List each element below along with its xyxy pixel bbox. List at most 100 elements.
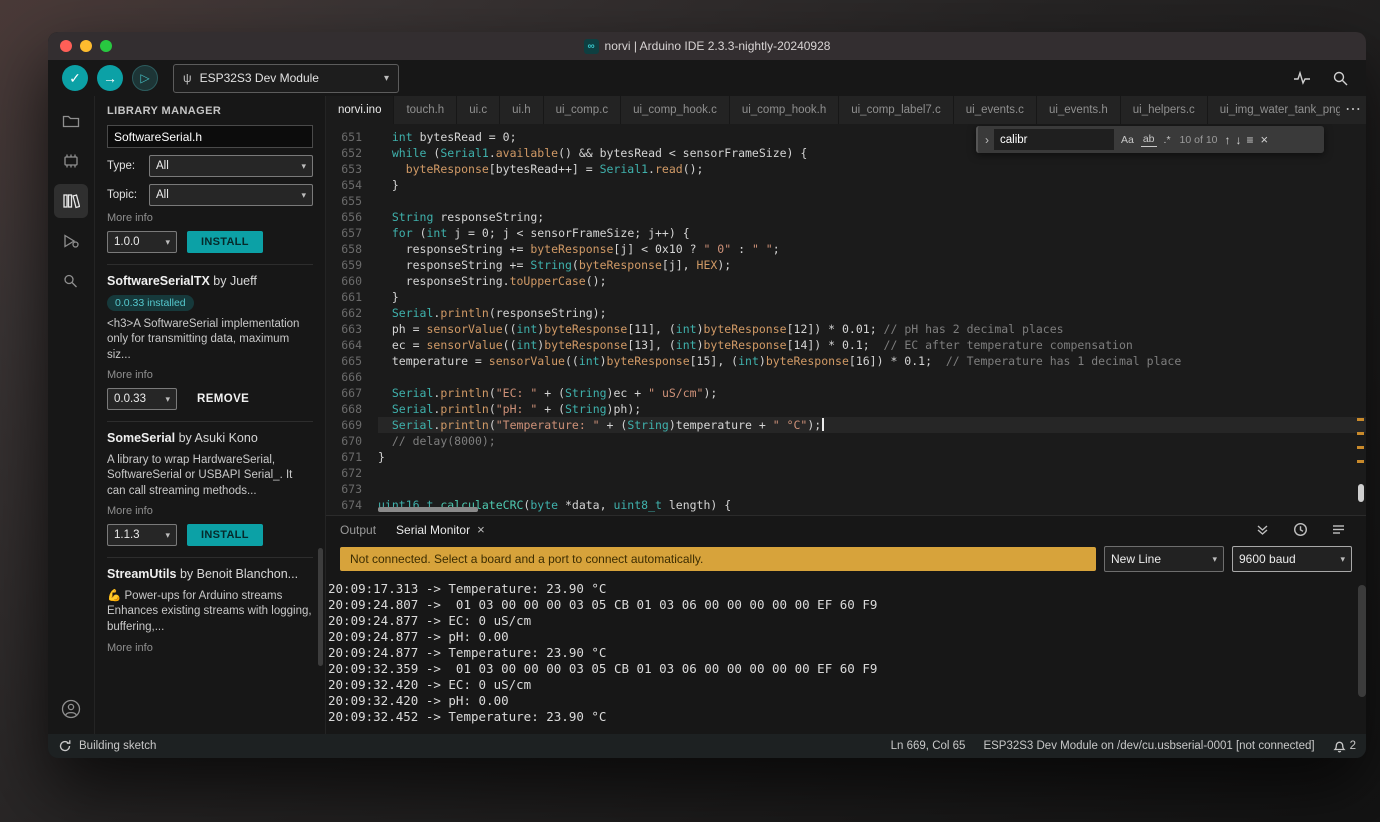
find-previous-button[interactable]: ↑	[1225, 133, 1231, 147]
code-line-667[interactable]: Serial.println("EC: " + (String)ec + " u…	[378, 385, 1366, 401]
tab-output[interactable]: Output	[340, 523, 376, 537]
toggle-timestamp-button[interactable]	[1288, 518, 1312, 542]
serial-plotter-button[interactable]	[1290, 66, 1314, 90]
code-line-669[interactable]: Serial.println("Temperature: " + (String…	[378, 417, 1366, 433]
sidebar-item-debug[interactable]	[54, 224, 88, 258]
clear-output-button[interactable]	[1326, 518, 1350, 542]
zoom-window-button[interactable]	[100, 40, 112, 52]
editor-vertical-scrollbar[interactable]	[1358, 484, 1364, 502]
find-expand-icon[interactable]: ›	[985, 133, 989, 147]
editor-tab-ui_comp_hook.h[interactable]: ui_comp_hook.h	[730, 96, 840, 124]
editor-tab-ui_comp_label7.c[interactable]: ui_comp_label7.c	[839, 96, 954, 124]
version-select[interactable]: 1.0.0 ▾	[107, 231, 177, 253]
tab-overflow-button[interactable]: ⋯	[1340, 96, 1366, 124]
collapse-panel-button[interactable]	[1250, 518, 1274, 542]
code-line-672[interactable]	[378, 465, 1366, 481]
sidebar-item-account[interactable]	[54, 692, 88, 726]
verify-button[interactable]: ✓	[62, 65, 88, 91]
more-info-link[interactable]: More info	[107, 369, 313, 381]
code-line-662[interactable]: Serial.println(responseString);	[378, 305, 1366, 321]
type-filter-value: All	[156, 160, 169, 172]
debug-button[interactable]: ▷	[132, 65, 158, 91]
type-filter-label: Type:	[107, 160, 136, 172]
sidebar-item-library-manager[interactable]	[54, 184, 88, 218]
notification-count: 2	[1349, 740, 1356, 752]
code-line-674[interactable]: uint16_t calculateCRC(byte *data, uint8_…	[378, 497, 1366, 513]
code-line-654[interactable]: }	[378, 177, 1366, 193]
library-search-input[interactable]	[107, 125, 313, 148]
version-select[interactable]: 0.0.33 ▾	[107, 388, 177, 411]
notifications-button[interactable]: 2	[1333, 739, 1356, 753]
cursor-position[interactable]: Ln 669, Col 65	[891, 740, 966, 752]
library-description: <h3>A SoftwareSerial implementation only…	[107, 317, 300, 361]
line-number: 654	[341, 178, 362, 192]
upload-button[interactable]: →	[97, 65, 123, 91]
editor-tab-norvi.ino[interactable]: norvi.ino	[326, 96, 395, 124]
line-ending-select[interactable]: New Line ▾	[1104, 546, 1224, 572]
editor-tab-ui.c[interactable]: ui.c	[457, 96, 501, 124]
editor-tab-ui_img_water_tank_png.c[interactable]: ui_img_water_tank_png.c	[1208, 96, 1340, 124]
more-info-link[interactable]: More info	[107, 212, 313, 224]
code-line-653[interactable]: byteResponse[bytesRead++] = Serial1.read…	[378, 161, 1366, 177]
editor-tab-ui_helpers.c[interactable]: ui_helpers.c	[1121, 96, 1208, 124]
board-selector-value: ESP32S3 Dev Module	[199, 71, 319, 85]
sidebar-item-boards-manager[interactable]	[54, 144, 88, 178]
code-line-668[interactable]: Serial.println("pH: " + (String)ph);	[378, 401, 1366, 417]
code-line-670[interactable]: // delay(8000);	[378, 433, 1366, 449]
editor-tab-ui_comp_hook.c[interactable]: ui_comp_hook.c	[621, 96, 730, 124]
board-selector[interactable]: ψ ESP32S3 Dev Module ▾	[173, 63, 399, 93]
tab-serial-monitor[interactable]: Serial Monitor ×	[396, 522, 485, 537]
editor-horizontal-scrollbar[interactable]	[378, 507, 478, 512]
regex-button[interactable]: .*	[1162, 133, 1173, 147]
type-filter-select[interactable]: All ▾	[149, 155, 313, 177]
code-line-663[interactable]: ph = sensorValue((int)byteResponse[11], …	[378, 321, 1366, 337]
editor-tab-ui_comp.c[interactable]: ui_comp.c	[544, 96, 622, 124]
sidebar-item-search[interactable]	[54, 264, 88, 298]
find-close-button[interactable]: ×	[1261, 132, 1269, 147]
code-line-673[interactable]	[378, 481, 1366, 497]
code-line-665[interactable]: temperature = sensorValue((int)byteRespo…	[378, 353, 1366, 369]
line-number: 674	[341, 498, 362, 512]
serial-line: 20:09:17.313 -> Temperature: 23.90 °C	[328, 581, 607, 596]
serial-monitor-button[interactable]	[1328, 66, 1352, 90]
code-line-656[interactable]: String responseString;	[378, 209, 1366, 225]
whole-word-button[interactable]: ab	[1140, 132, 1157, 147]
board-connection-status[interactable]: ESP32S3 Dev Module on /dev/cu.usbserial-…	[983, 740, 1314, 752]
find-input[interactable]	[994, 129, 1114, 150]
version-select[interactable]: 1.1.3 ▾	[107, 524, 177, 547]
code-line-664[interactable]: ec = sensorValue((int)byteResponse[13], …	[378, 337, 1366, 353]
code-line-671[interactable]: }	[378, 449, 1366, 465]
editor-tab-ui.h[interactable]: ui.h	[500, 96, 544, 124]
line-number: 652	[341, 146, 362, 160]
code-line-666[interactable]	[378, 369, 1366, 385]
baud-rate-select[interactable]: 9600 baud ▾	[1232, 546, 1352, 572]
line-number: 658	[341, 242, 362, 256]
code-line-659[interactable]: responseString += String(byteResponse[j]…	[378, 257, 1366, 273]
install-button[interactable]: INSTALL	[187, 524, 263, 547]
editor-tab-ui_events.c[interactable]: ui_events.c	[954, 96, 1037, 124]
install-button[interactable]: INSTALL	[187, 231, 263, 253]
match-case-button[interactable]: Aa	[1119, 133, 1136, 147]
find-in-selection-button[interactable]: ≡	[1247, 133, 1254, 147]
remove-button[interactable]: REMOVE	[187, 388, 259, 410]
more-info-link[interactable]: More info	[107, 505, 313, 517]
code-line-655[interactable]	[378, 193, 1366, 209]
code-line-661[interactable]: }	[378, 289, 1366, 305]
minimize-window-button[interactable]	[80, 40, 92, 52]
code-lines[interactable]: int bytesRead = 0; while (Serial1.availa…	[378, 129, 1366, 515]
line-number: 671	[341, 450, 362, 464]
code-line-658[interactable]: responseString += byteResponse[j] < 0x10…	[378, 241, 1366, 257]
code-line-657[interactable]: for (int j = 0; j < sensorFrameSize; j++…	[378, 225, 1366, 241]
topic-filter-select[interactable]: All ▾	[149, 184, 313, 206]
serial-scrollbar[interactable]	[1358, 585, 1366, 697]
find-next-button[interactable]: ↓	[1236, 133, 1242, 147]
code-line-660[interactable]: responseString.toUpperCase();	[378, 273, 1366, 289]
serial-output[interactable]: 20:09:17.313 -> Temperature: 23.90 °C 20:…	[326, 577, 1366, 725]
editor-tab-ui_events.h[interactable]: ui_events.h	[1037, 96, 1121, 124]
close-window-button[interactable]	[60, 40, 72, 52]
close-icon[interactable]: ×	[477, 522, 485, 537]
editor-tab-touch.h[interactable]: touch.h	[394, 96, 458, 124]
more-info-link[interactable]: More info	[107, 642, 313, 654]
panel-scrollbar[interactable]	[318, 548, 323, 666]
sidebar-item-sketchbook[interactable]	[54, 104, 88, 138]
